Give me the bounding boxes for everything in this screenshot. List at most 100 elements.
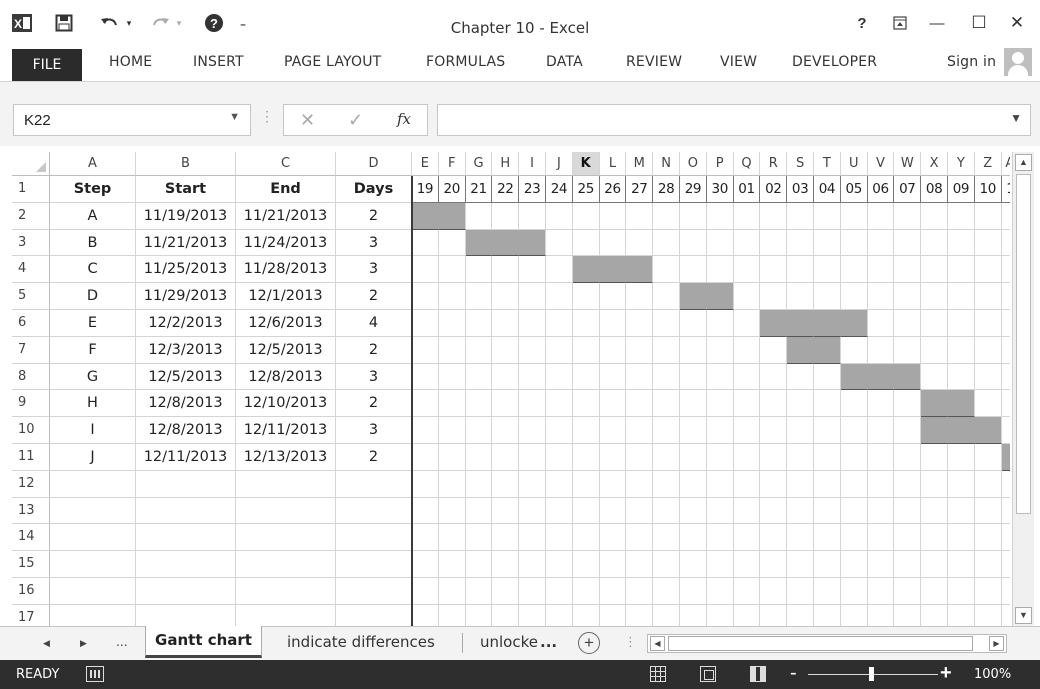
gantt-cell[interactable]	[465, 417, 493, 444]
gantt-cell[interactable]	[680, 551, 707, 578]
gantt-cell[interactable]	[787, 363, 814, 391]
gantt-cell[interactable]	[599, 551, 627, 578]
gantt-cell[interactable]	[921, 336, 948, 364]
gantt-cell[interactable]	[787, 417, 814, 444]
empty-cell[interactable]	[236, 497, 336, 525]
row-header-15[interactable]: 15	[12, 551, 50, 578]
row-header-13[interactable]: 13	[12, 497, 50, 525]
gantt-cell[interactable]	[948, 363, 975, 391]
cell-end[interactable]: 12/10/2013	[236, 390, 336, 418]
cell-step[interactable]: B	[50, 229, 136, 257]
gantt-cell[interactable]	[974, 363, 1002, 391]
gantt-cell[interactable]	[868, 604, 895, 626]
gantt-cell[interactable]	[546, 604, 573, 626]
more-sheets-right[interactable]: ...	[540, 633, 557, 651]
cell-step[interactable]: A	[50, 202, 136, 230]
gantt-cell[interactable]	[572, 363, 600, 391]
row-header-16[interactable]: 16	[12, 578, 50, 605]
cell-end[interactable]: 12/13/2013	[236, 444, 336, 471]
row-header-7[interactable]: 7	[12, 336, 50, 364]
gantt-bar-cell[interactable]	[680, 283, 707, 310]
row-header-1[interactable]: 1	[12, 176, 50, 203]
prev-sheet-icon[interactable]: ◀	[43, 638, 50, 649]
gantt-cell[interactable]	[974, 470, 1002, 498]
cell-days[interactable]: 2	[336, 202, 412, 230]
gantt-cell[interactable]	[412, 497, 439, 525]
gantt-cell[interactable]	[867, 524, 895, 552]
gantt-cell[interactable]	[412, 604, 439, 626]
row-header-3[interactable]: 3	[12, 229, 50, 257]
cell-end[interactable]: 11/21/2013	[236, 202, 336, 230]
gantt-cell[interactable]	[894, 604, 922, 626]
empty-cell[interactable]	[236, 604, 336, 626]
gantt-cell[interactable]	[412, 283, 439, 310]
insert-function-icon[interactable]: fx	[397, 110, 411, 128]
gantt-cell[interactable]	[733, 524, 761, 552]
gantt-cell[interactable]	[653, 363, 680, 391]
cell-step[interactable]: E	[50, 310, 136, 337]
gantt-cell[interactable]	[626, 604, 654, 626]
gantt-cell[interactable]	[653, 229, 680, 257]
gantt-cell[interactable]	[867, 390, 895, 418]
column-header-s[interactable]: S	[787, 152, 814, 176]
gantt-cell[interactable]	[921, 283, 948, 310]
gantt-cell[interactable]	[519, 256, 546, 284]
gantt-cell[interactable]	[546, 524, 573, 552]
zoom-in-button[interactable]: +	[940, 662, 952, 685]
gantt-cell[interactable]	[894, 470, 922, 498]
gantt-bar-cell[interactable]	[572, 256, 600, 284]
gantt-cell[interactable]	[840, 336, 868, 364]
gantt-cell[interactable]	[438, 336, 466, 364]
gantt-cell[interactable]	[412, 256, 439, 284]
gantt-cell[interactable]	[840, 390, 868, 418]
gantt-cell[interactable]	[894, 229, 922, 257]
cell-days[interactable]: 4	[336, 310, 412, 337]
row-header-12[interactable]: 12	[12, 470, 50, 498]
gantt-cell[interactable]	[706, 363, 734, 391]
gantt-cell[interactable]	[519, 524, 546, 552]
gantt-cell[interactable]	[465, 390, 493, 418]
gantt-cell[interactable]	[465, 363, 493, 391]
gantt-cell[interactable]	[1001, 417, 1010, 444]
add-sheet-button[interactable]: +	[578, 632, 600, 654]
gantt-cell[interactable]	[465, 444, 493, 471]
gantt-cell[interactable]	[894, 390, 922, 418]
gantt-cell[interactable]	[1001, 203, 1010, 230]
gantt-bar-cell[interactable]	[814, 336, 841, 364]
gantt-cell[interactable]	[733, 497, 761, 525]
page-break-preview-icon[interactable]	[750, 666, 766, 682]
gantt-bar-cell[interactable]	[599, 256, 627, 284]
tab-home[interactable]: HOME	[109, 54, 152, 70]
gantt-cell[interactable]	[814, 604, 841, 626]
cell-start[interactable]: 12/3/2013	[136, 336, 236, 364]
gantt-cell[interactable]	[626, 417, 654, 444]
gantt-cell[interactable]	[653, 578, 680, 605]
maximize-button[interactable]: ☐	[968, 12, 990, 34]
gantt-cell[interactable]	[572, 444, 600, 471]
gantt-cell[interactable]	[894, 417, 922, 444]
gantt-cell[interactable]	[948, 578, 975, 605]
gantt-cell[interactable]	[546, 470, 573, 498]
day-header-cell[interactable]: 07	[894, 176, 922, 203]
gantt-cell[interactable]	[572, 283, 600, 310]
day-header-cell[interactable]: 28	[653, 176, 680, 203]
gantt-bar-cell[interactable]	[787, 336, 814, 364]
day-header-cell[interactable]: 25	[572, 176, 600, 203]
gantt-cell[interactable]	[599, 524, 627, 552]
day-header-cell[interactable]: 04	[814, 176, 841, 203]
gantt-cell[interactable]	[733, 336, 761, 364]
column-header-l[interactable]: L	[599, 152, 627, 176]
gantt-cell[interactable]	[412, 551, 439, 578]
gantt-cell[interactable]	[546, 283, 573, 310]
day-header-cell[interactable]: 09	[948, 176, 975, 203]
column-header-x[interactable]: X	[921, 152, 948, 176]
day-header-cell[interactable]: 26	[599, 176, 627, 203]
column-header-b[interactable]: B	[136, 152, 236, 176]
gantt-cell[interactable]	[465, 256, 493, 284]
empty-cell[interactable]	[336, 497, 412, 525]
gantt-bar-cell[interactable]	[921, 390, 948, 418]
gantt-cell[interactable]	[626, 497, 654, 525]
empty-cell[interactable]	[50, 470, 136, 498]
gantt-cell[interactable]	[894, 578, 922, 605]
gantt-cell[interactable]	[412, 470, 439, 498]
